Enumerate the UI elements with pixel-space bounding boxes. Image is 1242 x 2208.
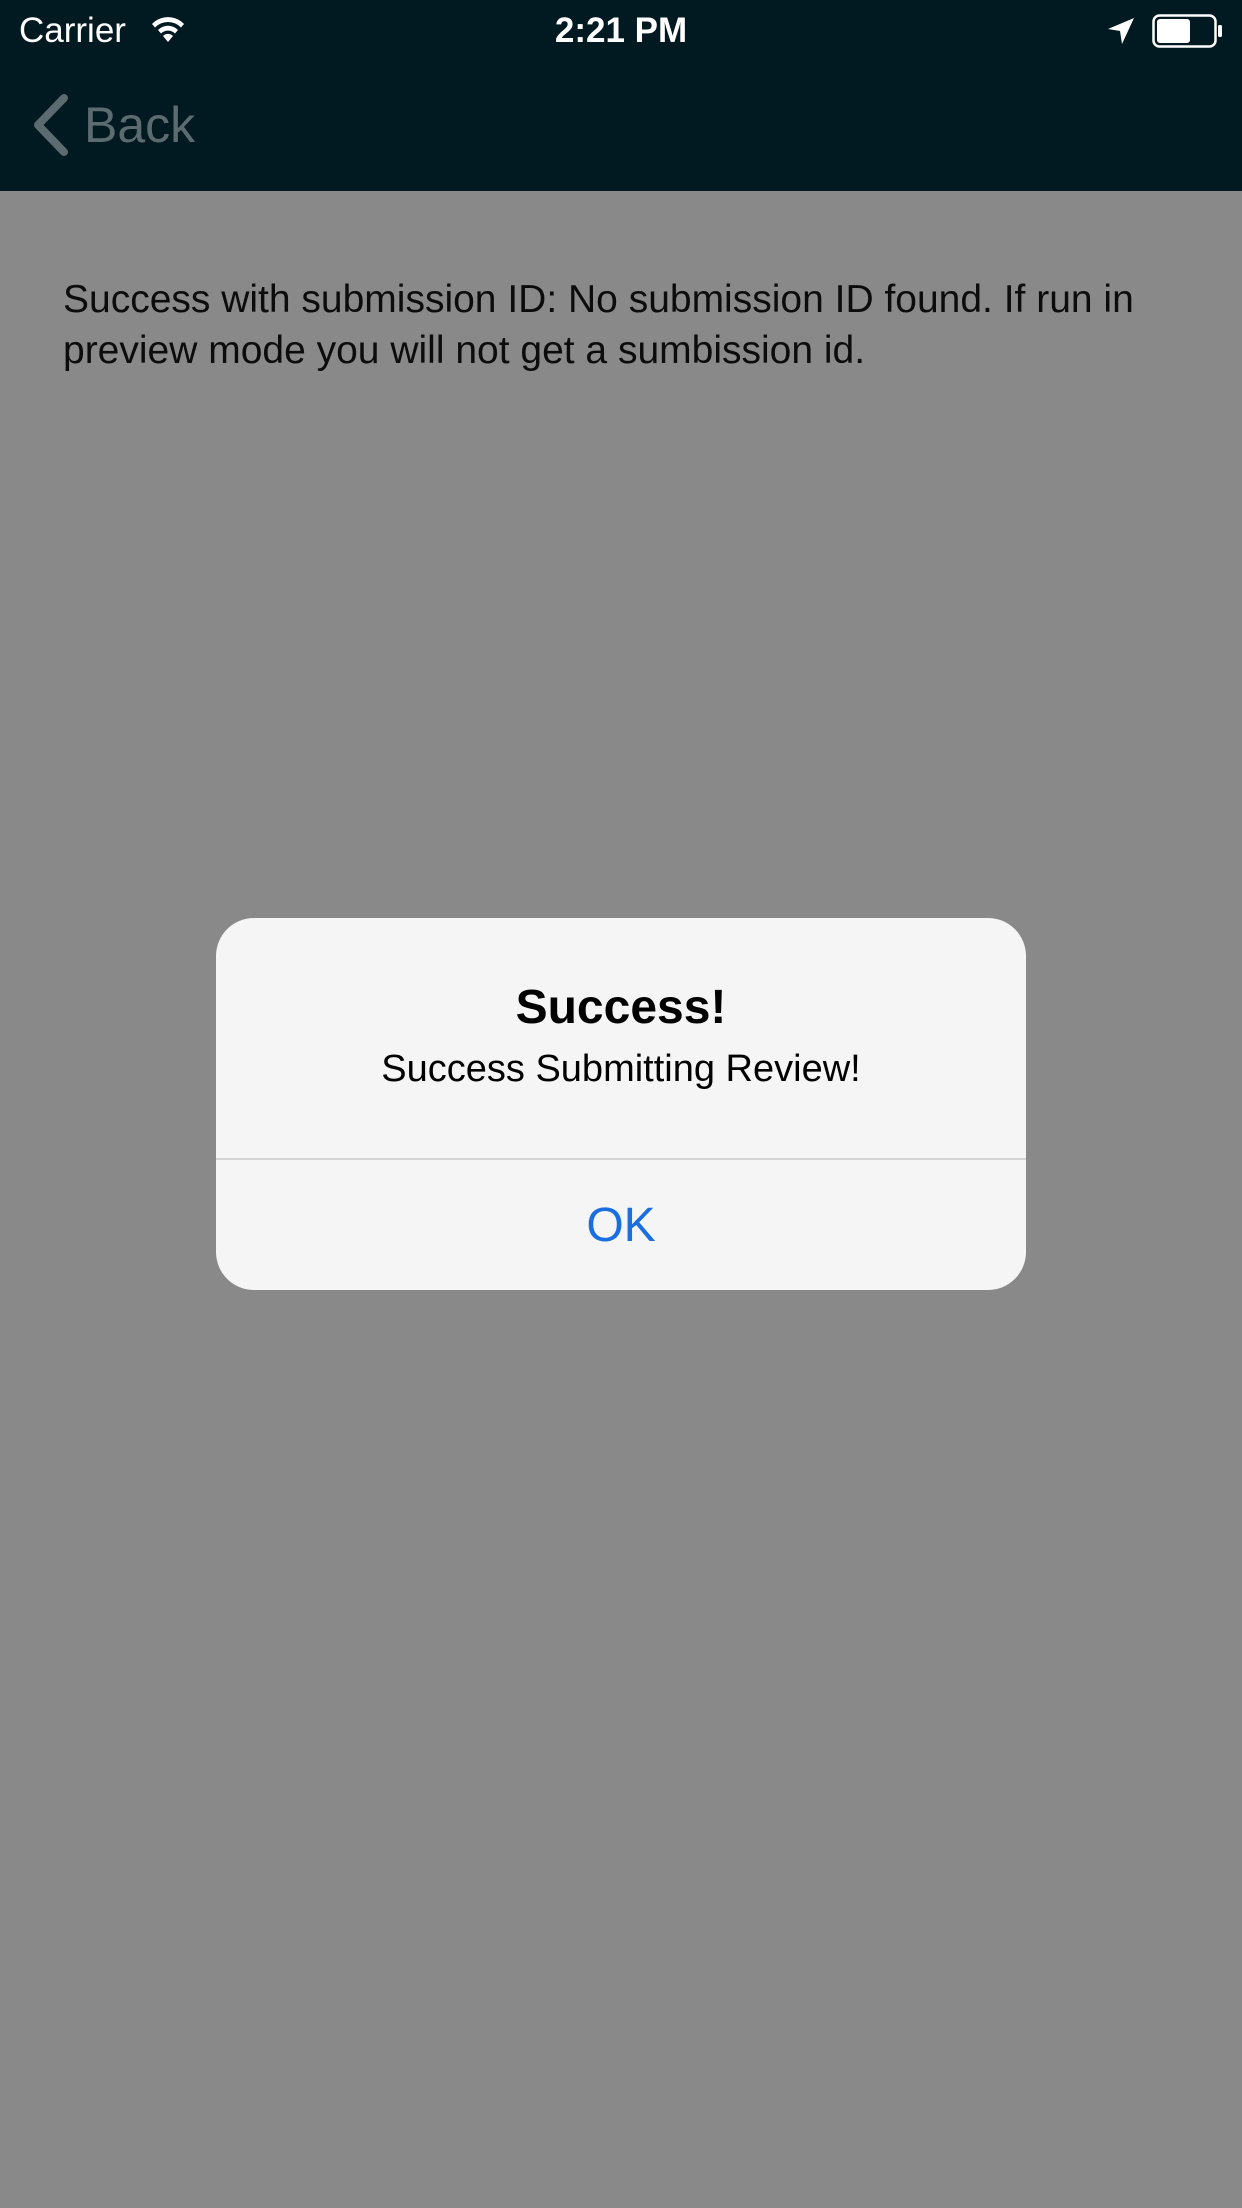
ok-button[interactable]: OK <box>216 1160 1026 1290</box>
location-arrow-icon <box>1108 18 1134 44</box>
nav-bar: Back <box>0 62 1242 191</box>
submission-message: Success with submission ID: No submissio… <box>63 278 1134 372</box>
screen: Carrier 2:21 PM Back Success with submis… <box>0 0 1242 2208</box>
status-bar: Carrier 2:21 PM <box>0 0 1242 62</box>
chevron-left-icon <box>34 94 68 156</box>
battery-icon <box>1152 14 1222 48</box>
alert-message: Success Submitting Review! <box>381 1048 861 1090</box>
back-button[interactable]: Back <box>30 90 195 160</box>
alert-title: Success! <box>515 981 727 1034</box>
back-label: Back <box>84 97 196 153</box>
header: Carrier 2:21 PM Back <box>0 0 1242 191</box>
status-time: 2:21 PM <box>554 11 688 50</box>
alert-dialog: Success! Success Submitting Review! OK <box>216 918 1026 1290</box>
